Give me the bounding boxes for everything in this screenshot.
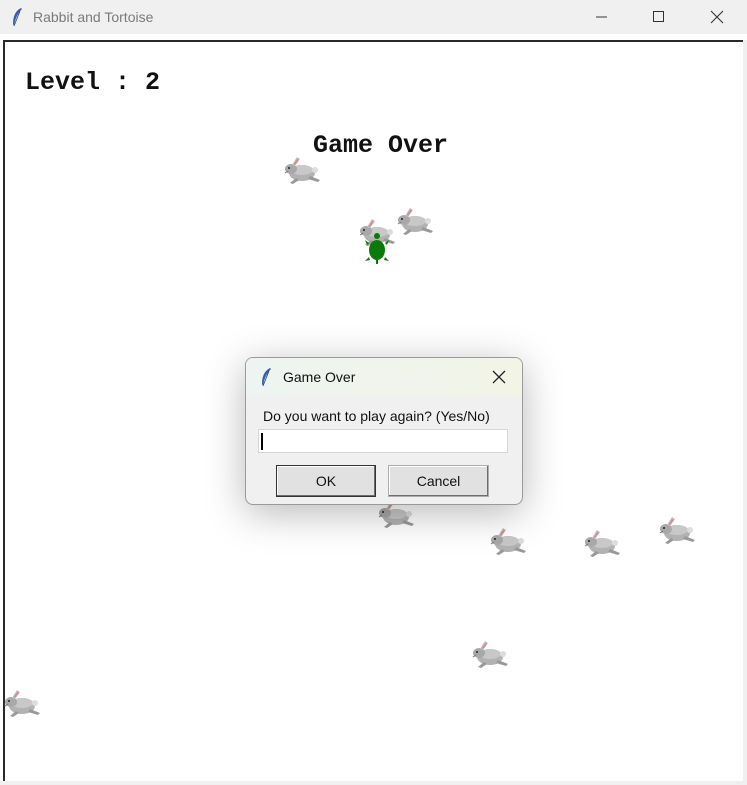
tortoise-icon [365, 233, 389, 264]
minimize-icon [596, 16, 607, 18]
minimize-button[interactable] [579, 0, 625, 34]
maximize-icon [653, 11, 664, 22]
rabbit-icon [659, 516, 696, 545]
close-button[interactable] [694, 0, 740, 34]
window-title: Rabbit and Tortoise [33, 9, 154, 25]
rabbit-icon [4, 689, 41, 718]
maximize-button[interactable] [636, 0, 682, 34]
game-over-label: Game Over [313, 131, 449, 160]
window-titlebar: Rabbit and Tortoise [0, 0, 747, 34]
rabbit-icon [584, 529, 621, 558]
dialog-title: Game Over [283, 369, 356, 385]
close-icon [710, 10, 724, 24]
dialog-titlebar: Game Over [246, 358, 522, 396]
level-label: Level : 2 [25, 68, 161, 97]
dialog-close-button[interactable] [486, 366, 512, 388]
close-icon [492, 370, 506, 384]
dialog-prompt: Do you want to play again? (Yes/No) [263, 408, 490, 424]
rabbit-icon [472, 640, 509, 669]
rabbit-icon [284, 156, 321, 185]
ok-button[interactable]: OK [276, 465, 376, 497]
feather-icon [262, 368, 271, 387]
feather-icon [13, 8, 22, 27]
answer-input[interactable] [258, 429, 508, 453]
rabbit-icon [397, 207, 434, 236]
text-caret [261, 433, 263, 450]
window-border-right [743, 40, 747, 781]
window-border-bottom [0, 781, 747, 785]
cancel-button[interactable]: Cancel [388, 465, 489, 497]
play-again-dialog: Game Over Do you want to play again? (Ye… [245, 357, 523, 505]
rabbit-icon [490, 527, 527, 556]
